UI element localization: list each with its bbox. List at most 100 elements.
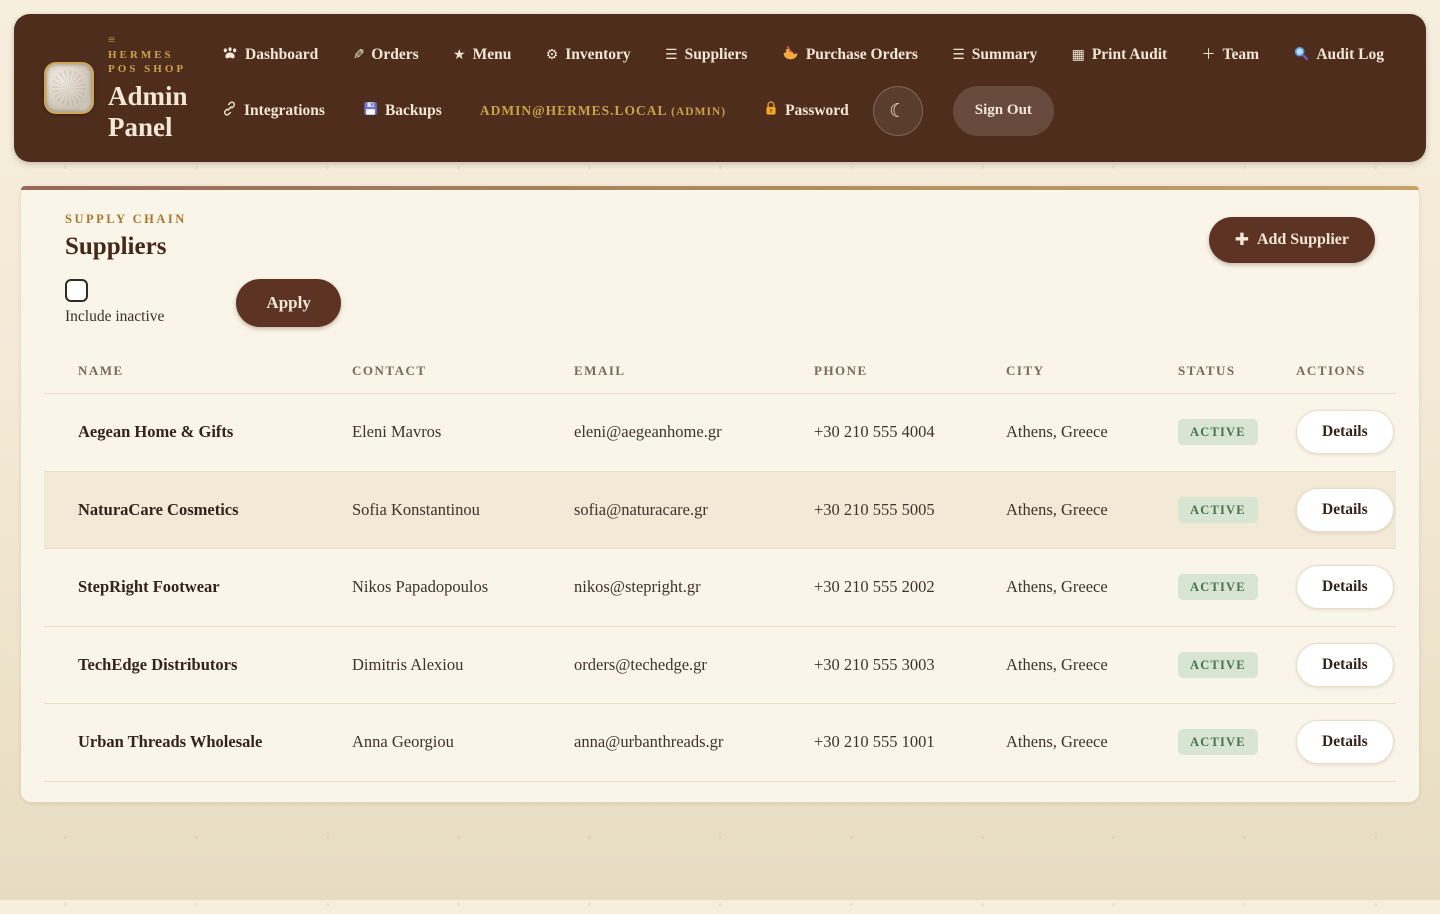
details-button[interactable]: Details [1296, 488, 1394, 532]
moon-icon: ☾ [889, 100, 906, 122]
plus-icon: ✚ [1235, 230, 1249, 250]
supplier-city: Athens, Greece [1006, 422, 1178, 442]
main-nav: Dashboard ✎ Orders ★ Menu ⚙ Inventory ☰ … [222, 41, 1384, 136]
nav-label: Audit Log [1316, 46, 1384, 64]
nav-item-password[interactable]: Password [764, 100, 849, 121]
supplier-email: anna@urbanthreads.gr [574, 732, 814, 752]
supplier-phone: +30 210 555 4004 [814, 422, 1006, 442]
column-header-name: NAME [78, 363, 352, 379]
nav-item-backups[interactable]: Backups [363, 101, 442, 121]
table-row: NaturaCare Cosmetics Sofia Konstantinou … [44, 471, 1396, 549]
table-body: Aegean Home & Gifts Eleni Mavros eleni@a… [44, 393, 1396, 782]
nav-item-menu[interactable]: ★ Menu [453, 46, 511, 64]
nav-label: Inventory [565, 46, 630, 64]
nav-item-team[interactable]: ＋ Team [1202, 46, 1259, 64]
sign-out-button[interactable]: Sign Out [953, 86, 1054, 136]
supplier-contact: Sofia Konstantinou [352, 500, 574, 520]
details-button[interactable]: Details [1296, 565, 1394, 609]
supplier-city: Athens, Greece [1006, 500, 1178, 520]
nav-label: Menu [473, 46, 512, 64]
nav-item-print-audit[interactable]: ▦ Print Audit [1072, 46, 1168, 64]
table-bottom-divider [44, 781, 1396, 782]
nav-item-orders[interactable]: ✎ Orders [353, 46, 419, 64]
status-cell: ACTIVE [1178, 652, 1296, 678]
table-row: TechEdge Distributors Dimitris Alexiou o… [44, 626, 1396, 704]
link-icon [222, 101, 237, 121]
status-badge: ACTIVE [1178, 729, 1258, 755]
admin-panel-title: Admin Panel [108, 81, 200, 143]
nav-item-suppliers[interactable]: ☰ Suppliers [665, 46, 747, 64]
brand-name-line1: HERMES [108, 48, 200, 63]
supplier-phone: +30 210 555 2002 [814, 577, 1006, 597]
header-bar: ≡ HERMES POS SHOP Admin Panel Dashboard … [14, 14, 1426, 162]
table-row: Aegean Home & Gifts Eleni Mavros eleni@a… [44, 393, 1396, 471]
supplier-contact: Dimitris Alexiou [352, 655, 574, 675]
supplier-email: nikos@stepright.gr [574, 577, 814, 597]
brand-text: ≡ HERMES POS SHOP Admin Panel [108, 33, 200, 144]
theme-toggle-button[interactable]: ☾ [873, 86, 923, 136]
status-cell: ACTIVE [1178, 574, 1296, 600]
apply-button[interactable]: Apply [236, 279, 340, 327]
status-badge: ACTIVE [1178, 497, 1258, 523]
nav-secondary-row: Integrations Backups ADMIN@HERMES.LOCAL … [222, 86, 1384, 136]
magnifier-icon [1293, 45, 1309, 66]
column-header-actions: ACTIONS [1296, 363, 1383, 379]
actions-cell: Details [1296, 410, 1394, 454]
column-header-city: CITY [1006, 363, 1178, 379]
user-email-text: ADMIN@HERMES.LOCAL [480, 103, 667, 118]
details-button[interactable]: Details [1296, 410, 1394, 454]
supplier-name: NaturaCare Cosmetics [78, 500, 352, 520]
nav-item-audit-log[interactable]: Audit Log [1293, 45, 1384, 66]
eyebrow-label: SUPPLY CHAIN [65, 212, 187, 227]
supplier-contact: Eleni Mavros [352, 422, 574, 442]
grid-icon: ▦ [1072, 48, 1085, 62]
nav-item-purchase-orders[interactable]: Purchase Orders [782, 45, 918, 65]
nav-label: Purchase Orders [806, 46, 918, 64]
paw-icon [222, 46, 238, 65]
add-supplier-button[interactable]: ✚ Add Supplier [1209, 217, 1375, 263]
nav-label: Password [785, 102, 849, 120]
page-title: Suppliers [65, 233, 187, 261]
column-header-email: EMAIL [574, 363, 814, 379]
status-cell: ACTIVE [1178, 497, 1296, 523]
supplier-contact: Anna Georgiou [352, 732, 574, 752]
suppliers-table: NAME CONTACT EMAIL PHONE CITY STATUS ACT… [44, 349, 1396, 782]
supplier-contact: Nikos Papadopoulos [352, 577, 574, 597]
column-header-phone: PHONE [814, 363, 1006, 379]
table-row: Urban Threads Wholesale Anna Georgiou an… [44, 703, 1396, 781]
include-inactive-group: Include inactive [65, 279, 164, 326]
user-role: (ADMIN) [671, 106, 726, 118]
actions-cell: Details [1296, 565, 1394, 609]
pencil-icon: ✎ [353, 48, 365, 62]
nav-primary-row: Dashboard ✎ Orders ★ Menu ⚙ Inventory ☰ … [222, 45, 1384, 66]
details-button[interactable]: Details [1296, 720, 1394, 764]
nav-item-inventory[interactable]: ⚙ Inventory [546, 46, 631, 64]
star-icon: ★ [453, 48, 466, 62]
details-button[interactable]: Details [1296, 643, 1394, 687]
brand-name-line2: POS SHOP [108, 62, 200, 77]
list-icon: ☰ [952, 48, 965, 62]
include-inactive-checkbox[interactable] [65, 279, 88, 302]
lock-icon [764, 100, 778, 121]
nav-label: Print Audit [1092, 46, 1167, 64]
nav-label: Integrations [244, 102, 325, 120]
user-email: ADMIN@HERMES.LOCAL (ADMIN) [480, 103, 726, 119]
supplier-name: StepRight Footwear [78, 577, 352, 597]
nav-item-integrations[interactable]: Integrations [222, 101, 325, 121]
actions-cell: Details [1296, 720, 1394, 764]
nav-label: Dashboard [245, 46, 318, 64]
nav-item-dashboard[interactable]: Dashboard [222, 46, 318, 65]
nav-label: Orders [371, 46, 418, 64]
filter-row: Include inactive Apply [44, 279, 1396, 327]
app-logo [44, 62, 94, 114]
supplier-name: Aegean Home & Gifts [78, 422, 352, 442]
hand-icon [782, 45, 799, 65]
column-header-status: STATUS [1178, 363, 1296, 379]
supplier-city: Athens, Greece [1006, 655, 1178, 675]
plus-icon: ＋ [1202, 48, 1216, 62]
nav-item-summary[interactable]: ☰ Summary [952, 46, 1037, 64]
floppy-icon [363, 101, 378, 121]
include-inactive-label: Include inactive [65, 308, 164, 326]
supplier-name: Urban Threads Wholesale [78, 732, 352, 752]
nav-label: Backups [385, 102, 442, 120]
